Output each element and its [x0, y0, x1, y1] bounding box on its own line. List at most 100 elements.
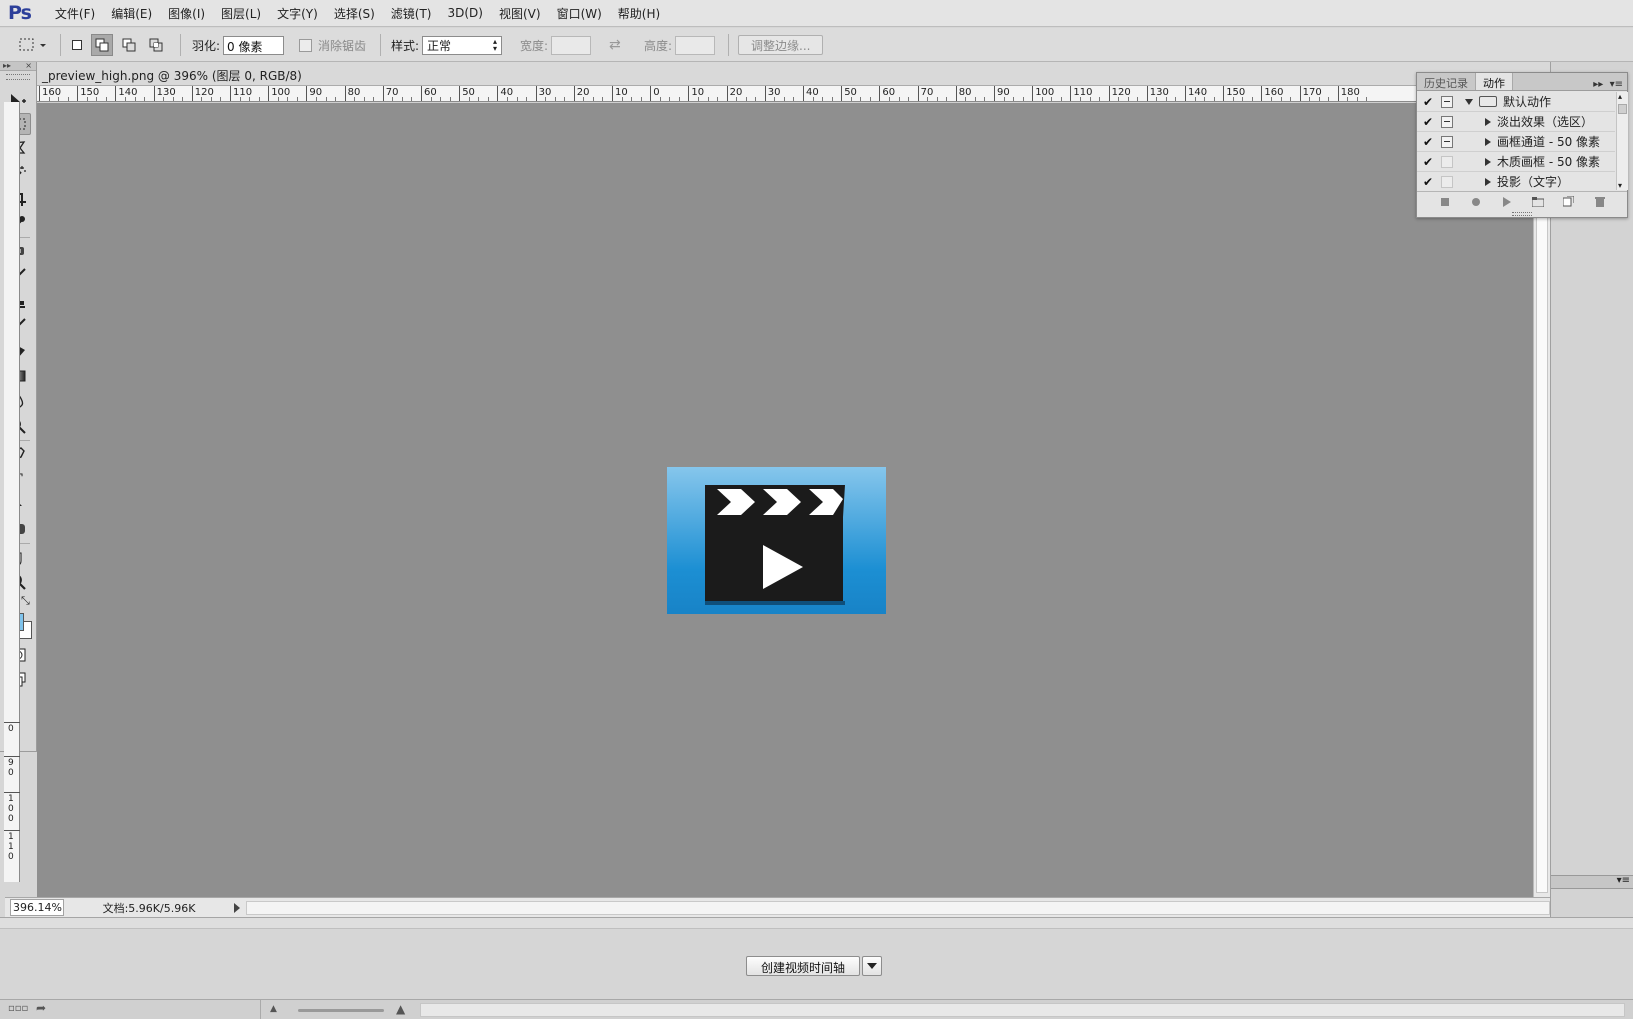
- add-selection-button[interactable]: [91, 34, 113, 56]
- vertical-ruler[interactable]: 0 9 0 1 0 0 1 1 0: [4, 102, 20, 882]
- action-set-row[interactable]: ✔ 默认动作: [1417, 92, 1615, 112]
- dialog-toggle-icon[interactable]: [1441, 95, 1453, 108]
- refine-edge-button[interactable]: 调整边缘...: [738, 35, 824, 55]
- width-input[interactable]: [551, 35, 592, 55]
- new-selection-button[interactable]: [66, 34, 88, 56]
- style-select[interactable]: 正常 ▴ ▾: [422, 35, 503, 55]
- action-row[interactable]: ✔ 木质画框 - 50 像素: [1417, 152, 1615, 172]
- ruler-minor-tick: [287, 97, 289, 101]
- record-icon[interactable]: [1470, 196, 1482, 208]
- ruler-minor-tick: [526, 97, 528, 101]
- swap-dimensions-icon[interactable]: ⇄: [609, 37, 621, 53]
- tools-grip[interactable]: [6, 74, 30, 80]
- dialog-toggle-icon[interactable]: [1441, 175, 1453, 188]
- ruler-minor-tick: [631, 97, 633, 101]
- action-row[interactable]: ✔ 淡出效果（选区）: [1417, 112, 1615, 132]
- ruler-tick: [4, 830, 20, 831]
- scroll-down-icon[interactable]: ▾: [1618, 181, 1622, 190]
- action-toggle-check-icon[interactable]: ✔: [1417, 175, 1439, 189]
- select-arrows-icon: ▴ ▾: [493, 37, 498, 53]
- scrollbar-thumb[interactable]: [1536, 103, 1548, 893]
- document-size-info[interactable]: 文档:5.96K/5.96K: [64, 900, 234, 916]
- tool-preset-picker[interactable]: [18, 28, 48, 62]
- actions-scrollbar[interactable]: ▴ ▾: [1616, 92, 1628, 190]
- horizontal-scrollbar[interactable]: [246, 900, 1550, 915]
- panel-resize-grip[interactable]: [1512, 212, 1532, 216]
- dialog-toggle-icon[interactable]: [1441, 155, 1453, 168]
- ruler-minor-tick: [105, 97, 107, 101]
- ruler-label: 0: [653, 87, 660, 98]
- zoom-in-mountain-icon[interactable]: ▲: [396, 1002, 405, 1016]
- expand-arrow-icon[interactable]: [1485, 157, 1491, 166]
- subtract-selection-button[interactable]: [118, 34, 140, 56]
- horizontal-ruler[interactable]: 160 150 140 130 120 110 100 90 80 70 60 50 40 30 20 10 0…: [37, 86, 1528, 102]
- ruler-tick: [4, 722, 20, 723]
- ruler-label: 1 1 0: [8, 832, 14, 862]
- expand-arrow-icon[interactable]: [1485, 117, 1491, 126]
- tab-actions[interactable]: 动作: [1476, 73, 1513, 90]
- play-icon[interactable]: [1501, 196, 1513, 208]
- menu-file[interactable]: 文件(F): [47, 5, 103, 22]
- intersect-selection-button[interactable]: [145, 34, 167, 56]
- height-input[interactable]: [675, 35, 716, 55]
- zoom-level-field[interactable]: 396.14%: [10, 899, 64, 916]
- convert-arrow-icon[interactable]: ➦: [36, 1001, 46, 1015]
- menu-filter[interactable]: 滤镜(T): [383, 5, 440, 22]
- dialog-toggle-icon[interactable]: [1441, 135, 1453, 148]
- ruler-minor-tick: [1051, 97, 1053, 101]
- expand-arrow-icon[interactable]: [1485, 177, 1491, 186]
- action-toggle-check-icon[interactable]: ✔: [1417, 115, 1439, 129]
- menu-type[interactable]: 文字(Y): [269, 5, 326, 22]
- scroll-up-icon[interactable]: ▴: [1618, 92, 1622, 101]
- dock-panel-bar[interactable]: ▾≡: [1551, 875, 1633, 889]
- action-toggle-check-icon[interactable]: ✔: [1417, 135, 1439, 149]
- ruler-minor-tick: [487, 97, 489, 101]
- dialog-toggle-icon[interactable]: [1441, 115, 1453, 128]
- antialias-checkbox[interactable]: [299, 38, 312, 52]
- panel-collapse-icon[interactable]: ▸▸ ▾≡: [1593, 79, 1627, 90]
- new-action-icon[interactable]: [1563, 196, 1575, 208]
- vertical-scrollbar[interactable]: [1533, 103, 1550, 897]
- panel-menu-icon[interactable]: ▾≡: [1617, 875, 1630, 886]
- timeline-scrollbar[interactable]: [420, 1003, 1625, 1017]
- new-set-folder-icon[interactable]: [1531, 196, 1544, 208]
- menu-view[interactable]: 视图(V): [491, 5, 549, 22]
- zoom-out-mountain-icon[interactable]: ▲: [270, 1004, 277, 1014]
- canvas-area[interactable]: [37, 103, 1533, 897]
- action-toggle-check-icon[interactable]: ✔: [1417, 95, 1439, 109]
- expand-arrow-icon[interactable]: [1465, 98, 1473, 105]
- menu-layer[interactable]: 图层(L): [213, 5, 269, 22]
- timeline-frames-icon[interactable]: ▫▫▫: [8, 1003, 28, 1014]
- action-set-label: 默认动作: [1503, 95, 1552, 109]
- swap-colors-icon[interactable]: ⤡: [21, 594, 30, 608]
- ruler-tick: [306, 86, 308, 101]
- timeline-mode-dropdown[interactable]: [862, 956, 882, 976]
- tab-history[interactable]: 历史记录: [1417, 73, 1476, 90]
- ruler-minor-tick: [697, 97, 699, 101]
- menu-select[interactable]: 选择(S): [326, 5, 383, 22]
- document-tab[interactable]: _preview_high.png @ 396% (图层 0, RGB/8): [37, 62, 1550, 86]
- style-select-value: 正常: [427, 38, 452, 53]
- action-row[interactable]: ✔ 投影（文字）: [1417, 172, 1615, 190]
- tools-panel-header[interactable]: ▸▸ ×: [0, 62, 36, 71]
- ruler-minor-tick: [1089, 97, 1091, 101]
- stop-icon[interactable]: [1439, 196, 1451, 208]
- timeline-header[interactable]: [0, 918, 1633, 929]
- timeline-zoom-slider[interactable]: [298, 1009, 384, 1012]
- menu-image[interactable]: 图像(I): [160, 5, 213, 22]
- menu-3d[interactable]: 3D(D): [440, 6, 491, 20]
- create-video-timeline-button[interactable]: 创建视频时间轴: [746, 956, 860, 976]
- menu-edit[interactable]: 编辑(E): [103, 5, 160, 22]
- action-row[interactable]: ✔ 画框通道 - 50 像素: [1417, 132, 1615, 152]
- scrollbar-thumb[interactable]: [1618, 104, 1627, 114]
- ruler-minor-tick: [239, 97, 241, 101]
- trash-icon[interactable]: [1594, 196, 1606, 208]
- menu-help[interactable]: 帮助(H): [610, 5, 668, 22]
- menu-window[interactable]: 窗口(W): [549, 5, 610, 22]
- feather-input[interactable]: 0 像素: [223, 35, 285, 55]
- status-menu-arrow-icon[interactable]: [234, 902, 240, 913]
- ruler-tick: [115, 86, 117, 101]
- ruler-minor-tick: [1318, 97, 1320, 101]
- expand-arrow-icon[interactable]: [1485, 137, 1491, 146]
- action-toggle-check-icon[interactable]: ✔: [1417, 155, 1439, 169]
